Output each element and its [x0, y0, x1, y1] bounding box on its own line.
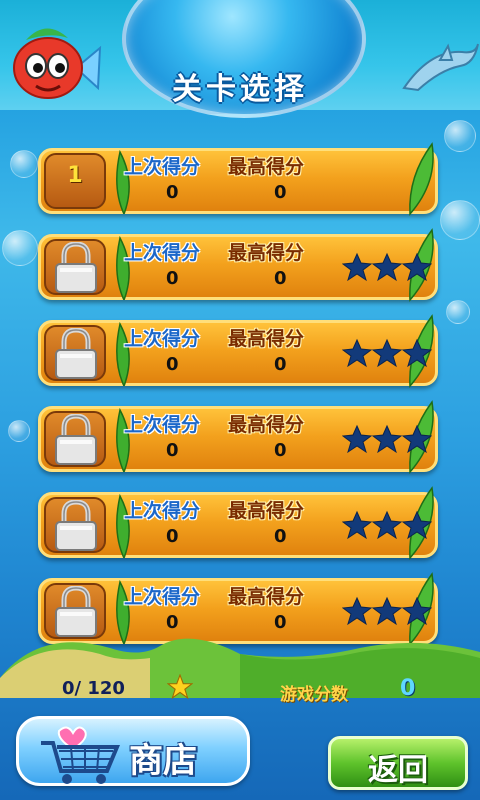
lock-icon [55, 414, 97, 465]
level-row[interactable]: 上次得分 最高得分 0 0 [38, 314, 438, 388]
best-score-label: 最高得分 [228, 328, 305, 350]
star-icon [401, 338, 432, 368]
level-stars [342, 510, 432, 540]
bubble-deco [2, 230, 38, 266]
last-score-label: 上次得分 [124, 586, 201, 608]
best-score-label: 最高得分 [228, 586, 305, 608]
star-icon [401, 510, 432, 540]
best-score-value: 0 [274, 182, 287, 203]
leaf-icon [409, 142, 434, 216]
last-score-value: 0 [166, 354, 179, 375]
level-number: 1 [67, 163, 83, 188]
star-icon [401, 424, 432, 454]
game-score-label: 游戏分数 [280, 685, 348, 705]
star-icon [401, 252, 432, 282]
last-score-value: 0 [166, 526, 179, 547]
best-score-label: 最高得分 [228, 500, 305, 522]
level-row[interactable]: 1 上次得分 最高得分 0 0 [38, 142, 438, 216]
star-icon [167, 674, 193, 700]
bubble-deco [10, 150, 38, 178]
lock-icon [55, 328, 97, 379]
bubble-deco [440, 200, 480, 240]
stars-collected-count: 0/ 120 [62, 678, 125, 699]
last-score-label: 上次得分 [124, 414, 201, 436]
star-icon [342, 252, 373, 282]
best-score-value: 0 [274, 268, 287, 289]
last-score-label: 上次得分 [124, 500, 201, 522]
lock-icon [55, 242, 97, 293]
best-score-label: 最高得分 [228, 242, 305, 264]
level-row[interactable]: 上次得分 最高得分 0 0 [38, 486, 438, 560]
last-score-value: 0 [166, 182, 179, 203]
level-stars [342, 252, 432, 282]
dolphin-icon [402, 43, 479, 92]
bubble-deco [444, 120, 476, 152]
star-icon [371, 510, 403, 540]
level-stars [342, 424, 432, 454]
best-score-label: 最高得分 [228, 414, 305, 436]
best-score-value: 0 [274, 440, 287, 461]
lock-icon [55, 500, 97, 551]
star-icon [342, 338, 373, 368]
bubble-deco [8, 420, 30, 442]
shop-button[interactable]: 商店 [16, 716, 250, 786]
last-score-label: 上次得分 [124, 242, 201, 264]
last-score-label: 上次得分 [124, 156, 201, 178]
star-icon [371, 338, 403, 368]
star-icon [371, 424, 403, 454]
shopping-cart-icon [41, 726, 120, 784]
level-row[interactable]: 上次得分 最高得分 0 0 [38, 228, 438, 302]
shop-button-label: 商店 [129, 741, 197, 781]
page-title: 关卡选择 [172, 72, 308, 107]
level-row[interactable]: 上次得分 最高得分 0 0 [38, 400, 438, 474]
last-score-value: 0 [166, 268, 179, 289]
best-score-value: 0 [274, 526, 287, 547]
bubble-deco [446, 300, 470, 324]
best-score-value: 0 [274, 354, 287, 375]
level-stars [342, 338, 432, 368]
star-icon [371, 252, 403, 282]
game-score-value: 0 [400, 676, 416, 701]
back-button-label: 返回 [368, 753, 428, 788]
star-icon [342, 510, 373, 540]
best-score-label: 最高得分 [228, 156, 305, 178]
back-button[interactable]: 返回 [328, 736, 468, 790]
last-score-label: 上次得分 [124, 328, 201, 350]
last-score-value: 0 [166, 440, 179, 461]
strawberry-fish-icon [13, 28, 102, 99]
star-icon [342, 424, 373, 454]
